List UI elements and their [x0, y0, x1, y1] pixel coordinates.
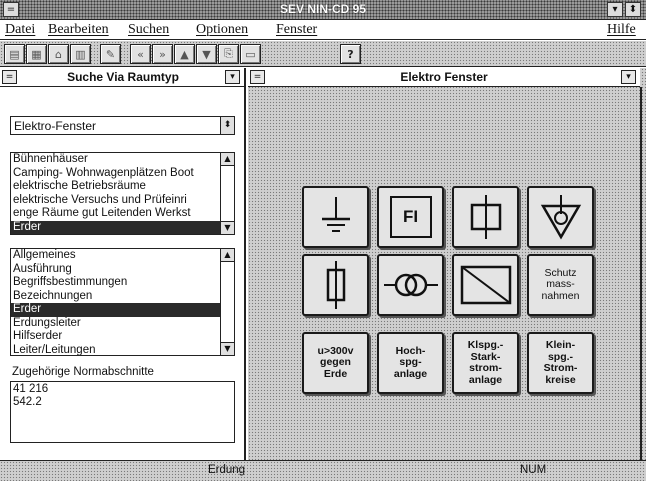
room-item[interactable]: elektrische Betriebsräume	[11, 180, 221, 194]
menu-hilfe[interactable]: Hilfe	[607, 22, 636, 38]
menu-datei[interactable]: Datei	[5, 22, 35, 38]
minimize-icon[interactable]: ▾	[607, 2, 623, 17]
help-icon[interactable]: ?	[340, 44, 361, 64]
topic-item[interactable]: Ausführung	[11, 263, 221, 277]
arrow-down-icon[interactable]: ▼	[196, 44, 217, 64]
menu-bar: Datei Bearbeiten Suchen Optionen Fenster…	[0, 20, 646, 40]
topic-item[interactable]: Allgemeines	[11, 249, 221, 263]
room-list-scrollbar[interactable]: ▲ ▼	[220, 153, 234, 234]
over-300v-label: u>300v gegen Erde	[317, 344, 354, 380]
extra-low-voltage-label: Klein- spg.- Strom- kreise	[543, 339, 578, 386]
over-300v-button[interactable]: u>300v gegen Erde	[302, 332, 369, 394]
print-icon[interactable]: ▭	[240, 44, 261, 64]
calculator-icon[interactable]: ▥	[70, 44, 91, 64]
switch-box-button[interactable]	[452, 186, 519, 248]
triangle-circle-button[interactable]	[527, 186, 594, 248]
topic-item[interactable]: Erdungsleiter	[11, 317, 221, 331]
left-pane-title: Suche Via Raumtyp	[67, 70, 179, 84]
menu-suchen[interactable]: Suchen	[128, 22, 169, 38]
converter-icon	[460, 265, 511, 305]
fuse-button[interactable]	[302, 254, 369, 316]
fuse-icon	[326, 261, 345, 309]
last-page-icon[interactable]: »	[152, 44, 173, 64]
topic-item[interactable]: Leiter/Leitungen	[11, 344, 221, 356]
topic-list[interactable]: Allgemeines Ausführung Begriffsbestimmunge…	[10, 248, 235, 356]
converter-button[interactable]	[452, 254, 519, 316]
extra-low-voltage-button[interactable]: Klein- spg.- Strom- kreise	[527, 332, 594, 394]
room-item[interactable]: enge Räume gut Leitenden Werkst	[11, 207, 221, 221]
room-item[interactable]: Erder	[11, 220, 221, 234]
status-bar: Erdung NUM	[0, 460, 646, 481]
switch-box-icon	[470, 195, 501, 239]
toolbar: ▤ ▦ ⌂ ▥ ✎ « » ▲ ▼ ⎘ ▭ ?	[0, 41, 646, 67]
left-pane-header: = Suche Via Raumtyp ▾	[0, 68, 246, 87]
transformer-button[interactable]	[377, 254, 444, 316]
fi-icon: FI	[389, 196, 432, 238]
left-pane: = Suche Via Raumtyp ▾ Elektro-Fenster ⬍ …	[0, 68, 246, 460]
fi-button[interactable]: FI	[377, 186, 444, 248]
room-type-list[interactable]: Bühnenhäuser Camping- Wohnwagenplätzen Bo…	[10, 152, 235, 235]
ground-icon	[321, 197, 350, 232]
room-item[interactable]: elektrische Versuchs und Prüfeinri	[11, 194, 221, 208]
menu-fenster[interactable]: Fenster	[276, 22, 317, 38]
window-select[interactable]: Elektro-Fenster ⬍	[10, 116, 235, 135]
protective-measures-button[interactable]: Schutz mass- nahmen	[527, 254, 594, 316]
topic-item[interactable]: Hilfserder	[11, 330, 221, 344]
chevron-down-icon[interactable]: ⬍	[220, 117, 234, 134]
scroll-down-icon[interactable]: ▼	[221, 342, 234, 355]
topic-list-scrollbar[interactable]: ▲ ▼	[220, 249, 234, 355]
low-voltage-power-button[interactable]: Klspg.- Stark- strom- anlage	[452, 332, 519, 394]
section-item[interactable]: 41 216	[13, 383, 232, 396]
first-page-icon[interactable]: «	[130, 44, 151, 64]
window-select-value: Elektro-Fenster	[14, 119, 97, 133]
arrow-up-icon[interactable]: ▲	[174, 44, 195, 64]
section-item[interactable]: 542.2	[13, 396, 232, 409]
scroll-up-icon[interactable]: ▲	[221, 249, 234, 262]
right-pane-header: = Elektro Fenster ▾	[248, 68, 640, 87]
high-voltage-label: Hoch- spg- anlage	[393, 344, 428, 380]
topic-item[interactable]: Erder	[11, 303, 221, 317]
high-voltage-button[interactable]: Hoch- spg- anlage	[377, 332, 444, 394]
chevron-down-icon[interactable]: ▾	[225, 70, 240, 84]
topic-item[interactable]: Begriffsbestimmungen	[11, 276, 221, 290]
low-voltage-power-label: Klspg.- Stark- strom- anlage	[467, 339, 504, 386]
room-item[interactable]: Bühnenhäuser	[11, 153, 221, 167]
num-indicator: NUM	[520, 464, 547, 476]
triangle-circle-icon	[540, 195, 581, 240]
house-icon[interactable]: ⌂	[48, 44, 69, 64]
pencil-icon[interactable]: ✎	[100, 44, 121, 64]
ground-button[interactable]	[302, 186, 369, 248]
protective-measures-label: Schutz mass- nahmen	[541, 266, 580, 302]
menu-bearbeiten[interactable]: Bearbeiten	[48, 22, 109, 38]
title-bar: = SEV NIN-CD 95 ▾ ⬍	[0, 0, 646, 20]
status-text: Erdung	[208, 464, 246, 476]
transformer-icon	[383, 273, 438, 297]
chevron-down-icon[interactable]: ▾	[621, 70, 636, 84]
scroll-up-icon[interactable]: ▲	[221, 153, 234, 166]
copy-icon[interactable]: ⎘	[218, 44, 239, 64]
sections-label: Zugehörige Normabschnitte	[12, 366, 154, 378]
fi-label: FI	[402, 207, 419, 226]
page-icon[interactable]: ▦	[26, 44, 47, 64]
maximize-icon[interactable]: ⬍	[625, 2, 641, 17]
right-pane: = Elektro Fenster ▾ FI Schutz mass- nahm…	[248, 68, 646, 460]
topic-item[interactable]: Bezeichnungen	[11, 290, 221, 304]
window-title: SEV NIN-CD 95	[279, 2, 367, 16]
right-pane-title: Elektro Fenster	[400, 70, 488, 84]
scroll-down-icon[interactable]: ▼	[221, 221, 234, 234]
page-icon[interactable]: ▤	[4, 44, 25, 64]
sections-box: 41 216 542.2	[10, 381, 235, 443]
room-item[interactable]: Camping- Wohnwagenplätzen Boot	[11, 167, 221, 181]
menu-optionen[interactable]: Optionen	[196, 22, 248, 38]
